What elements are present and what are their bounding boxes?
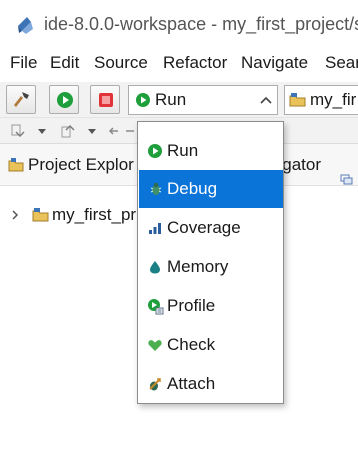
dropdown-item-label: Run <box>167 141 199 160</box>
stop-icon <box>99 93 113 107</box>
dropdown-item-label: Memory <box>167 257 229 276</box>
dropdown-item-memory[interactable]: Memory <box>139 248 283 286</box>
dropdown-item-label: Debug <box>167 179 218 198</box>
stop-button[interactable] <box>90 85 120 114</box>
menu-edit[interactable]: Edit <box>50 53 79 73</box>
app-logo-icon <box>18 17 33 34</box>
attach-icon <box>149 378 161 391</box>
hammer-icon <box>14 92 29 107</box>
dropdown-arrow-icon[interactable] <box>86 123 98 139</box>
dropdown-item-check[interactable]: Check <box>139 326 283 364</box>
run-button[interactable] <box>49 85 79 114</box>
run-icon <box>148 144 162 158</box>
launch-mode-dropdown: Run Debug Coverage Memory Profile Check … <box>137 121 284 404</box>
project-folder-icon <box>32 208 49 222</box>
debug-icon <box>150 182 162 195</box>
dropdown-item-label: Attach <box>167 374 216 393</box>
dropdown-item-attach[interactable]: Attach <box>139 365 283 403</box>
menu-file[interactable]: File <box>10 53 37 73</box>
dropdown-item-debug[interactable]: Debug <box>139 170 283 208</box>
launch-config-selector[interactable]: my_fir <box>284 85 358 115</box>
back-icon[interactable] <box>106 123 122 139</box>
dropdown-item-run[interactable]: Run <box>139 132 283 170</box>
chevron-up-icon <box>260 96 272 104</box>
tab-project-explorer[interactable]: Project Explor <box>28 155 134 175</box>
menu-refactor[interactable]: Refactor <box>163 53 227 73</box>
launch-mode-selector[interactable]: Run <box>128 85 278 115</box>
dropdown-item-label: Coverage <box>167 218 241 237</box>
run-icon <box>136 93 150 107</box>
run-icon <box>57 92 73 108</box>
menu-navigate[interactable]: Navigate <box>241 53 308 73</box>
launch-mode-label: Run <box>155 90 187 109</box>
forward-icon[interactable] <box>124 123 136 139</box>
tree-item-project[interactable]: my_first_pr <box>52 205 136 225</box>
dropdown-item-profile[interactable]: Profile <box>139 287 283 325</box>
dropdown-item-label: Check <box>167 335 216 354</box>
next-annotation-icon[interactable] <box>10 123 26 139</box>
coverage-icon <box>149 223 161 234</box>
dropdown-arrow-icon[interactable] <box>36 123 48 139</box>
menu-source[interactable]: Source <box>94 53 148 73</box>
title-bar: ide-8.0.0-workspace - my_first_project/s <box>0 0 358 46</box>
profile-icon <box>148 299 164 315</box>
check-icon <box>148 340 162 351</box>
build-button[interactable] <box>6 85 36 114</box>
memory-icon <box>150 261 160 274</box>
chevron-right-icon[interactable] <box>10 209 20 221</box>
menu-bar: File Edit Source Refactor Navigate Sear <box>0 46 358 82</box>
project-explorer-icon <box>8 158 24 172</box>
launch-config-label: my_fir <box>310 90 357 109</box>
dropdown-item-label: Profile <box>167 296 216 315</box>
project-folder-icon <box>289 93 306 107</box>
menu-search[interactable]: Sear <box>325 53 358 73</box>
window-title: ide-8.0.0-workspace - my_first_project/s <box>44 14 358 34</box>
dropdown-item-coverage[interactable]: Coverage <box>139 209 283 247</box>
collapse-all-icon[interactable] <box>340 174 354 186</box>
prev-annotation-icon[interactable] <box>60 123 76 139</box>
